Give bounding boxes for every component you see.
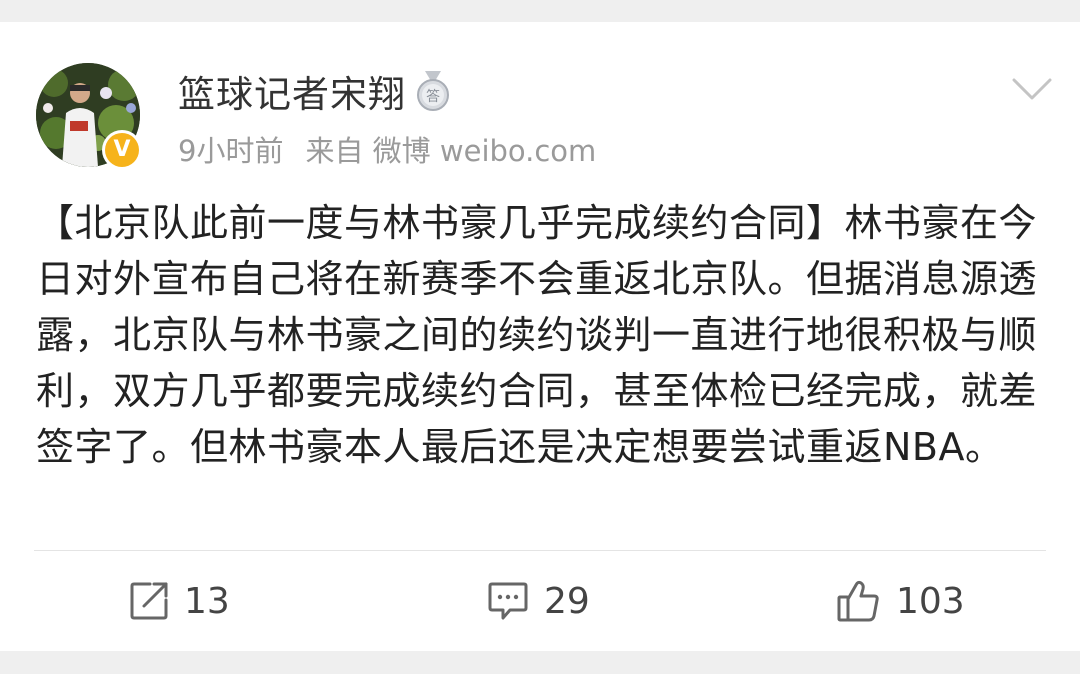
like-button[interactable]: 103 (836, 572, 965, 630)
chevron-down-icon[interactable] (1010, 74, 1054, 104)
thumbs-up-icon (837, 580, 879, 622)
action-bar: 13 29 103 (0, 572, 1080, 630)
repost-icon (130, 582, 168, 620)
verified-v-icon: V (105, 133, 139, 167)
medal-icon[interactable]: 答 (416, 71, 450, 111)
username-row: 篮球记者宋翔 答 (178, 64, 450, 118)
username[interactable]: 篮球记者宋翔 (178, 64, 406, 118)
comment-count: 29 (544, 580, 590, 622)
post-source[interactable]: 来自 微博 weibo.com (305, 134, 596, 168)
divider (34, 550, 1046, 551)
repost-count: 13 (184, 580, 230, 622)
repost-button[interactable]: 13 (128, 572, 230, 630)
medal-glyph: 答 (426, 88, 440, 105)
like-count: 103 (896, 580, 965, 622)
post-time: 9小时前 (178, 134, 284, 168)
post-content: 【北京队此前一度与林书豪几乎完成续约合同】林书豪在今日对外宣布自己将在新赛季不会… (36, 201, 1038, 469)
post-meta: 9小时前 来自 微博 weibo.com (178, 128, 618, 170)
verified-badge: V (102, 130, 142, 170)
weibo-post-card: V 篮球记者宋翔 答 9小时前 来自 微博 weibo.com 【北京队此前一度与… (0, 22, 1080, 651)
comment-icon (488, 582, 528, 620)
comment-button[interactable]: 29 (486, 572, 590, 630)
